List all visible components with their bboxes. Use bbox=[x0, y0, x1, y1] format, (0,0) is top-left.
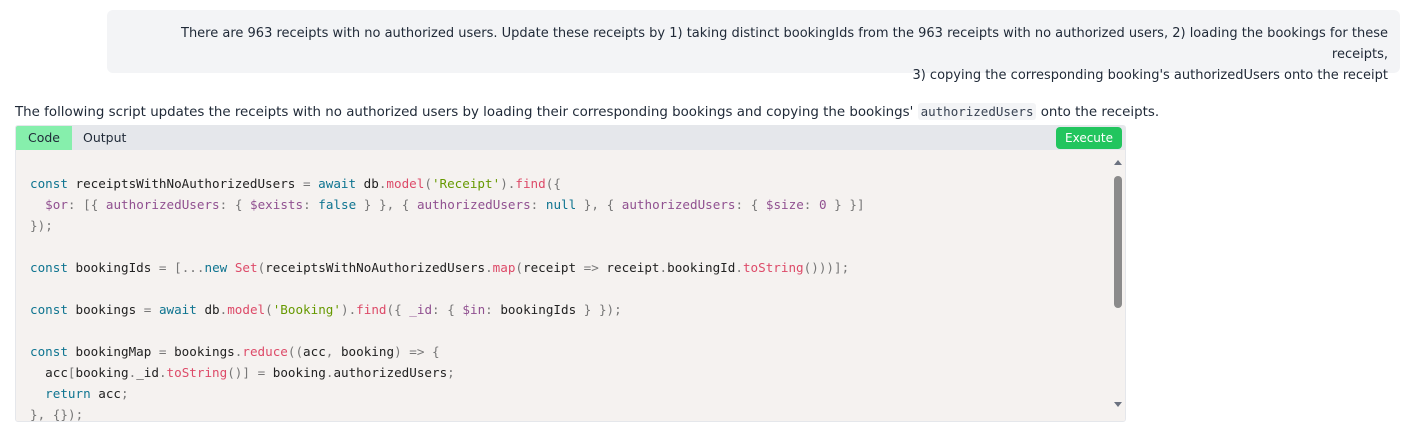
intro-text-before: The following script updates the receipt… bbox=[15, 105, 918, 120]
tab-output[interactable]: Output bbox=[71, 126, 138, 150]
intro-inline-code: authorizedUsers bbox=[917, 103, 1037, 120]
scroll-up-arrow-icon[interactable] bbox=[1114, 160, 1122, 165]
execute-button[interactable]: Execute bbox=[1056, 127, 1122, 149]
code-panel-header: Code Output Execute bbox=[16, 126, 1125, 150]
tab-code[interactable]: Code bbox=[16, 126, 73, 150]
code-scrollbar[interactable] bbox=[1111, 150, 1125, 421]
intro-text-after: onto the receipts. bbox=[1036, 105, 1160, 120]
scroll-thumb[interactable] bbox=[1114, 176, 1122, 308]
user-message-line-2: 3) copying the corresponding booking's a… bbox=[912, 68, 1388, 83]
user-message-bubble: There are 963 receipts with no authorize… bbox=[107, 10, 1400, 83]
assistant-intro-text: The following script updates the receipt… bbox=[15, 102, 1315, 123]
user-message-line-1: There are 963 receipts with no authorize… bbox=[181, 26, 1388, 62]
scroll-down-arrow-icon[interactable] bbox=[1114, 402, 1122, 407]
code-editor[interactable]: const receiptsWithNoAuthorizedUsers = aw… bbox=[16, 150, 1111, 421]
code-panel: Code Output Execute const receiptsWithNo… bbox=[15, 125, 1126, 422]
code-block: const receiptsWithNoAuthorizedUsers = aw… bbox=[30, 176, 865, 421]
